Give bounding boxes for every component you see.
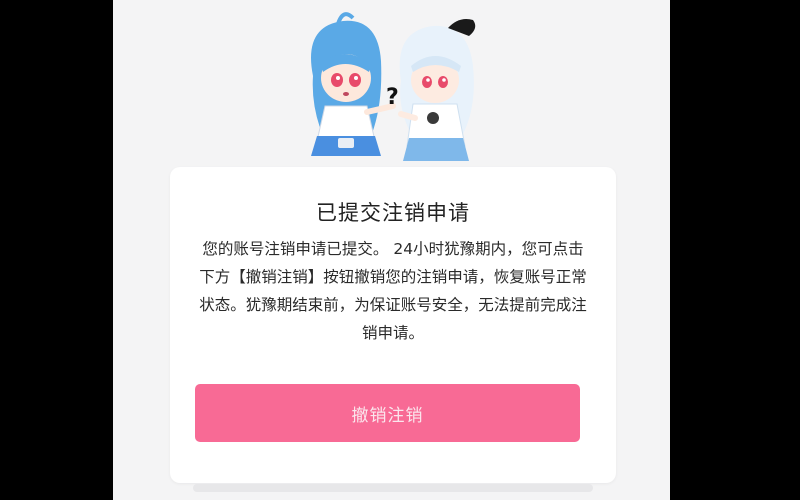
- dialog-description: 您的账号注销申请已提交。 24小时犹豫期内，您可点击下方【撤销注销】按钮撤销您的…: [199, 240, 587, 342]
- right-mascot: [398, 19, 476, 161]
- cancellation-dialog-card: 已提交注销申请 您的账号注销申请已提交。 24小时犹豫期内，您可点击下方【撤销注…: [170, 167, 616, 483]
- left-mascot: [311, 12, 396, 156]
- bottom-bar: [193, 484, 593, 492]
- phone-screen: ? 已提交注销申请 您的账号注销申请已提交。 24小时犹豫期内，您可点击下方【撤…: [113, 0, 670, 500]
- mascot-illustration: ?: [311, 12, 476, 161]
- dialog-title: 已提交注销申请: [316, 201, 470, 225]
- revoke-cancellation-button[interactable]: 撤销注销: [195, 384, 580, 442]
- question-mark: ?: [386, 85, 399, 110]
